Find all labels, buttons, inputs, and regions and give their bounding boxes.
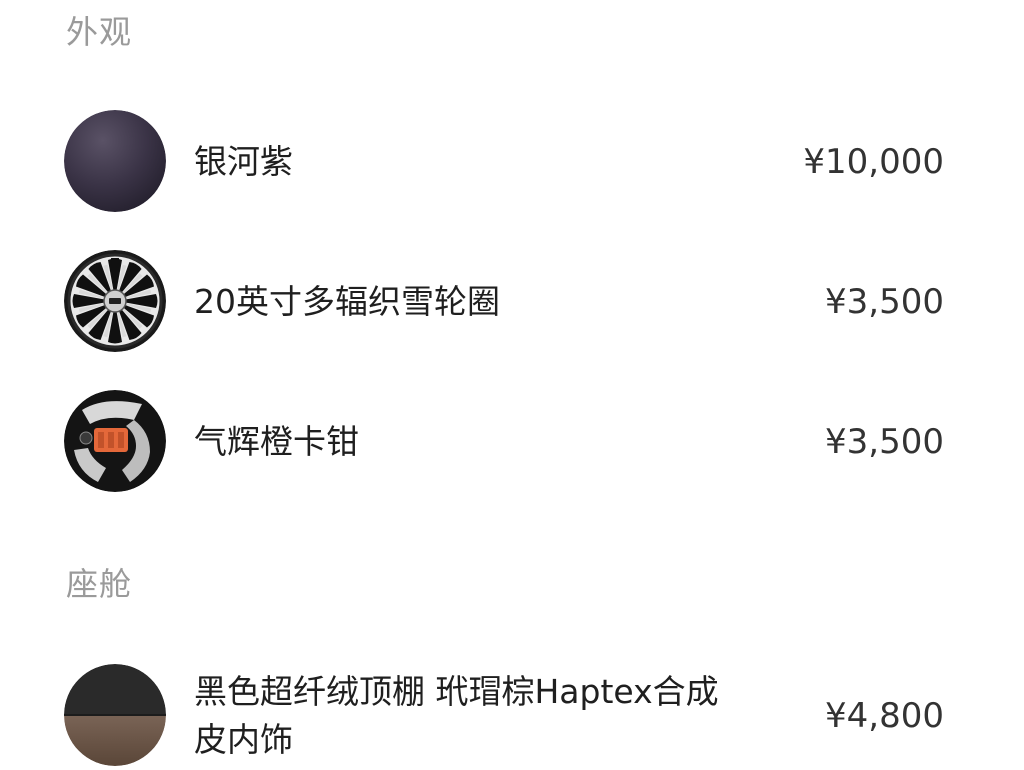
interior-swatch-icon xyxy=(64,664,166,766)
option-name: 气辉橙卡钳 xyxy=(194,422,359,461)
section-title-cabin: 座舱 xyxy=(66,565,133,603)
brake-caliper-icon xyxy=(64,390,166,492)
option-row-wheels[interactable]: 20英寸多辐织雪轮圈 ¥3,500 xyxy=(0,246,1024,356)
option-name-line1: 黑色超纤绒顶棚 玳瑁棕Haptex合成 xyxy=(194,672,719,711)
option-name-line2: 皮内饰 xyxy=(194,720,293,759)
option-name: 20英寸多辐织雪轮圈 xyxy=(194,282,500,321)
option-row-interior[interactable]: 黑色超纤绒顶棚 玳瑁棕Haptex合成 皮内饰 ¥4,800 xyxy=(0,660,1024,770)
option-price: ¥3,500 xyxy=(825,282,944,322)
option-row-paint[interactable]: 银河紫 ¥10,000 xyxy=(0,106,1024,216)
section-title-exterior: 外观 xyxy=(66,13,133,51)
option-price: ¥10,000 xyxy=(803,142,944,182)
paint-swatch-icon xyxy=(64,110,166,212)
option-row-calipers[interactable]: 气辉橙卡钳 ¥3,500 xyxy=(0,386,1024,496)
option-price: ¥4,800 xyxy=(825,696,944,736)
option-name: 银河紫 xyxy=(194,142,293,181)
wheel-rim-icon xyxy=(64,250,166,352)
option-price: ¥3,500 xyxy=(825,422,944,462)
